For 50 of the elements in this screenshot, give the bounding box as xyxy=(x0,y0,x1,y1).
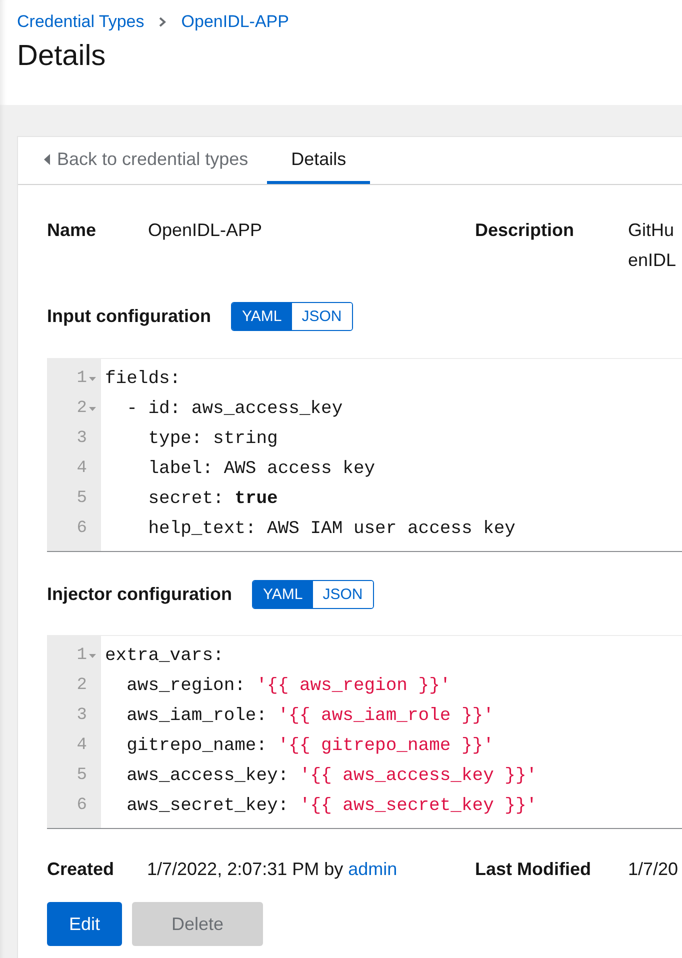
back-tab[interactable]: Back to credential types xyxy=(18,137,268,184)
breadcrumb-link[interactable]: OpenIDL-APP xyxy=(181,11,289,33)
line-number: 1 xyxy=(76,645,87,667)
fold-caret-icon[interactable] xyxy=(89,407,96,411)
field-value: 1/7/2022, 2:07:31 PM by admin xyxy=(147,858,398,881)
field-label: Last Modified xyxy=(475,858,591,881)
line-number: 4 xyxy=(76,735,87,757)
line-number: 2 xyxy=(76,398,87,420)
format-toggle[interactable]: YAML xyxy=(253,581,313,608)
line-number: 6 xyxy=(76,795,87,817)
field-value: OpenIDL-APP xyxy=(148,219,262,242)
caret-left-icon xyxy=(44,154,50,164)
code-editor[interactable] xyxy=(47,635,682,829)
code-line: fields: xyxy=(105,368,181,391)
code-line: aws_iam_role: '{{ aws_iam_role }}' xyxy=(126,705,494,728)
line-number: 5 xyxy=(76,765,87,787)
line-number: 3 xyxy=(76,705,87,727)
code-line: type: string xyxy=(148,428,278,451)
section-heading: Injector configuration xyxy=(47,583,232,606)
code-editor[interactable]: 1 2 3 4 5 6 fields: - id: aws_access_key type: string label: AWS access key secret: true help_text: AWS IAM user access key xyxy=(47,358,682,552)
code-line: secret: true xyxy=(148,488,278,511)
line-number: 6 xyxy=(76,518,87,540)
chevron-right-icon xyxy=(159,17,166,27)
code-line: - id: aws_access_key xyxy=(126,398,343,421)
code-line: gitrepo_name: '{{ gitrepo_name }}' xyxy=(126,735,494,758)
line-number: 2 xyxy=(76,675,87,697)
field-label: Name xyxy=(47,219,96,242)
code-line: aws_access_key: '{{ aws_access_key }}' xyxy=(126,765,538,788)
tab[interactable]: Details xyxy=(267,137,370,184)
user-link[interactable]: admin xyxy=(348,859,398,879)
line-number: 4 xyxy=(76,458,87,480)
edit-button[interactable]: Edit xyxy=(47,902,122,946)
code-line: help_text: AWS IAM user access key xyxy=(148,518,516,541)
field-value: 1/7/20 xyxy=(628,858,678,881)
code-line: extra_vars: xyxy=(105,645,224,668)
section-heading: Input configuration xyxy=(47,305,211,328)
breadcrumb-link[interactable]: Credential Types xyxy=(17,11,144,33)
line-number: 3 xyxy=(76,428,87,450)
fold-caret-icon[interactable] xyxy=(89,654,96,658)
fold-caret-icon[interactable] xyxy=(89,377,96,381)
code-line: aws_secret_key: '{{ aws_secret_key }}' xyxy=(126,795,538,818)
code-line: aws_region: '{{ aws_region }}' xyxy=(126,675,451,698)
field-label: Created xyxy=(47,858,114,881)
format-toggle[interactable]: YAML xyxy=(232,303,292,330)
line-number: 1 xyxy=(76,368,87,390)
field-label: Description xyxy=(475,219,574,242)
code-line: label: AWS access key xyxy=(148,458,376,481)
line-number: 5 xyxy=(76,488,87,510)
page-title: Details xyxy=(17,39,107,73)
field-value: GitHu enIDL xyxy=(628,219,676,272)
